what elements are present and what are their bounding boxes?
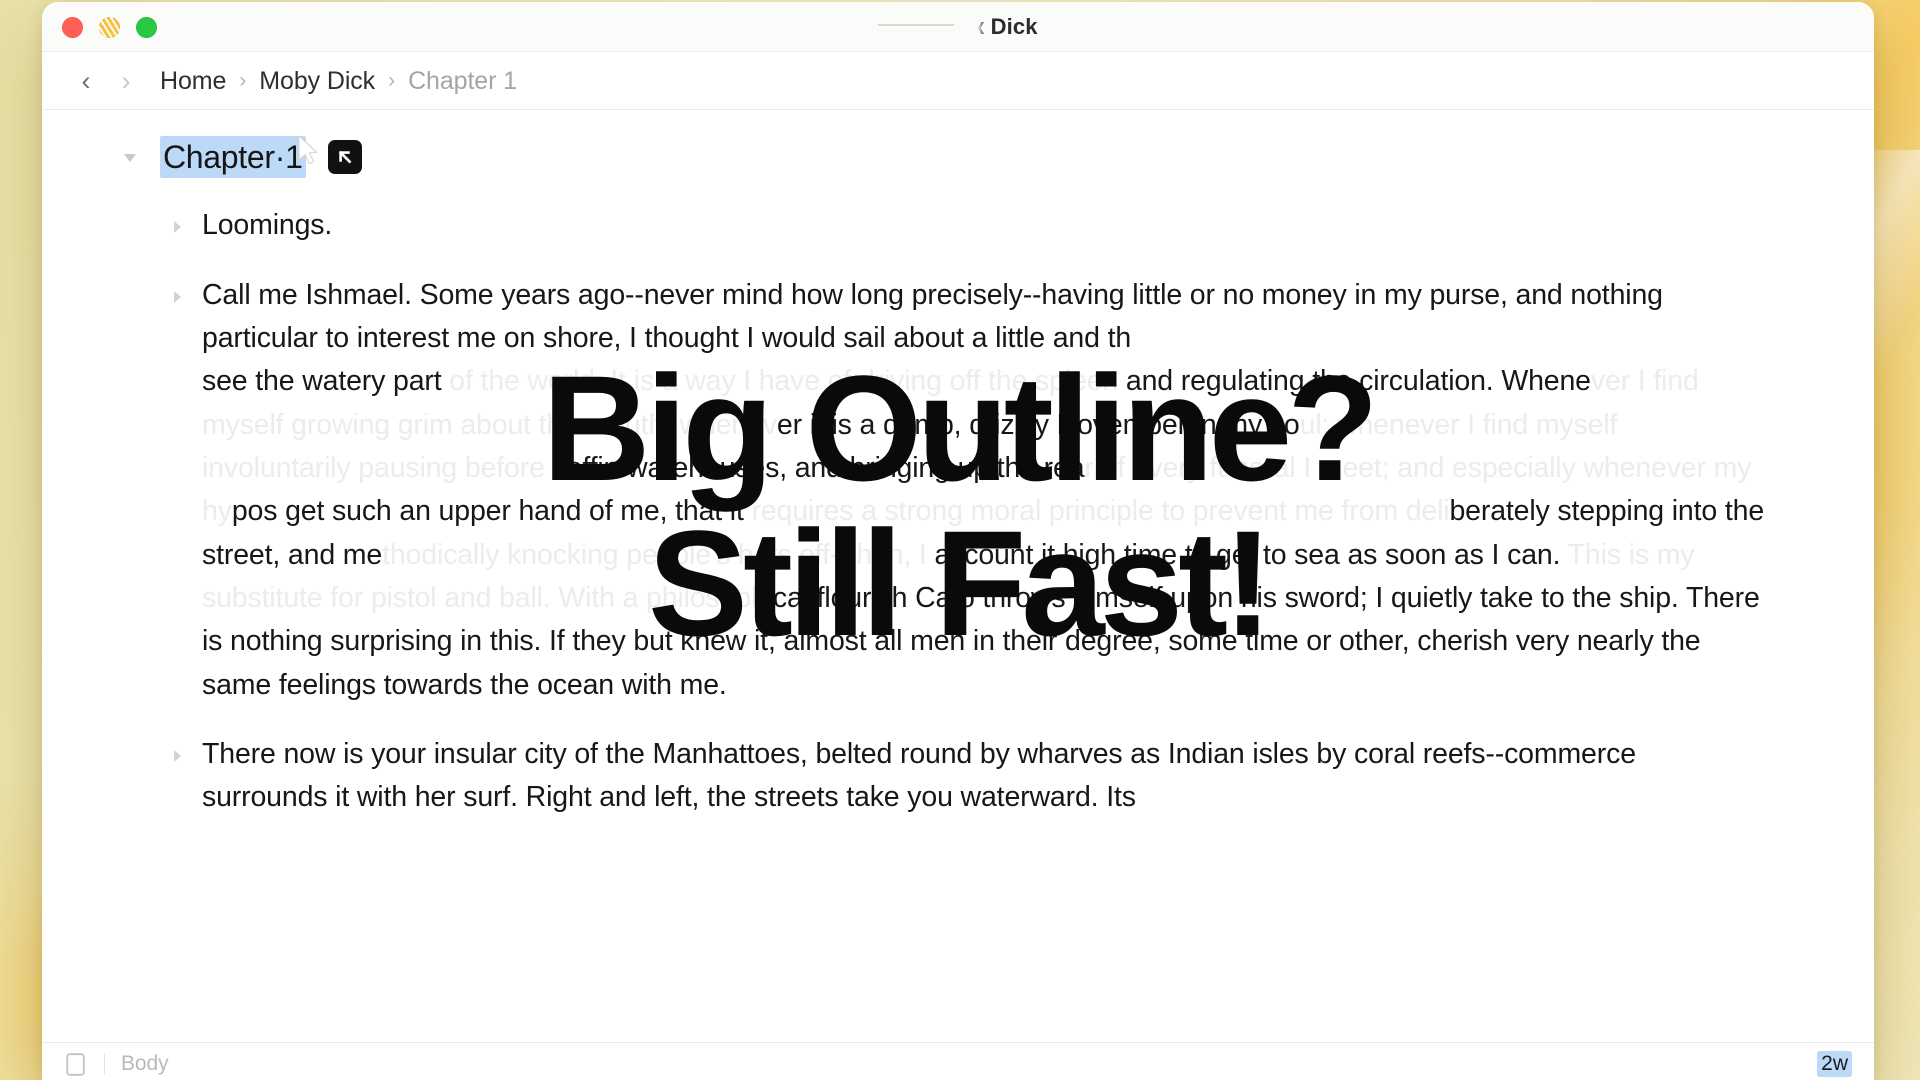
breadcrumb-separator-icon: › <box>239 69 247 92</box>
text-segment: There now is your insular city of the Ma… <box>202 737 1636 814</box>
nav-forward-button[interactable]: › <box>106 61 146 101</box>
window-title: ıҡ Dick <box>42 2 1874 52</box>
chevron-left-icon: ‹ <box>81 65 91 96</box>
text-segment: Loomings. <box>202 209 333 242</box>
disclosure-triangle-expanded[interactable] <box>108 147 152 167</box>
text-segment: pos get such an upper hand of me, that i… <box>231 495 744 528</box>
text-segment-ghost: requires a strong moral principle to pre… <box>743 495 1450 528</box>
breadcrumb: Home › Moby Dick › Chapter 1 <box>160 67 517 96</box>
heading-text[interactable]: Chapter·1 <box>160 136 306 179</box>
window-title-text: ıҡ Dick <box>964 14 1038 39</box>
outline-document: Chapter·1 Loomings. Call me Ishmael. Som… <box>42 110 1874 1042</box>
outline-heading-row[interactable]: Chapter·1 <box>42 136 1874 179</box>
breadcrumb-item-moby-dick[interactable]: Moby Dick <box>259 67 375 96</box>
status-divider <box>104 1053 105 1075</box>
status-bar: Body 2w <box>42 1042 1874 1080</box>
text-segment: th <box>1107 322 1132 355</box>
nav-back-button[interactable]: ‹ <box>66 61 106 101</box>
outline-row[interactable]: Loomings. <box>152 204 1778 247</box>
outline-rows: Loomings. Call me Ishmael. Some years ag… <box>42 204 1874 819</box>
title-redraw-artifact <box>878 24 955 26</box>
document-outline-icon[interactable] <box>62 1051 88 1077</box>
outline-row[interactable]: There now is your insular city of the Ma… <box>152 733 1778 820</box>
arrow-up-left-icon[interactable] <box>327 140 362 175</box>
paragraph-style-label[interactable]: Body <box>121 1052 169 1076</box>
text-segment: er it is a damp, drizzly November in my … <box>776 408 1300 441</box>
text-segment-ghost: of the world. It is a way I have of driv… <box>441 365 1126 398</box>
chevron-right-icon: › <box>121 65 131 96</box>
outline-row-text[interactable]: Loomings. <box>202 204 1778 247</box>
outline-row-text[interactable]: There now is your insular city of the Ma… <box>202 733 1778 820</box>
word-count-chip[interactable]: 2w <box>1817 1051 1852 1077</box>
disclosure-triangle-collapsed[interactable] <box>152 733 202 765</box>
breadcrumb-separator-icon: › <box>388 69 396 92</box>
disclosure-triangle-collapsed[interactable] <box>152 274 202 306</box>
outline-row-text[interactable]: Call me Ishmael. Some years ago--never m… <box>202 274 1778 707</box>
text-segment-ghost: thodically knocking people's hats off--t… <box>382 538 935 571</box>
disclosure-triangle-collapsed[interactable] <box>152 204 202 236</box>
breadcrumb-item-home[interactable]: Home <box>160 67 226 96</box>
text-segment: account it high time to get to sea as so… <box>934 538 1561 571</box>
text-segment: and regulating the circulation. Whene <box>1125 365 1591 398</box>
app-window: ıҡ Dick ‹ › Home › Moby Dick › Chapter 1 <box>42 2 1874 1080</box>
outline-row[interactable]: Call me Ishmael. Some years ago--never m… <box>152 274 1778 707</box>
breadcrumb-item-chapter-1[interactable]: Chapter 1 <box>408 67 517 96</box>
breadcrumb-bar: ‹ › Home › Moby Dick › Chapter 1 <box>42 52 1874 110</box>
text-segment: see the watery part <box>202 365 442 398</box>
window-titlebar: ıҡ Dick <box>42 2 1874 52</box>
text-segment: offin warehouses, and bringing up the re… <box>566 451 1085 484</box>
text-segment: Call me Ishmael. Some years ago--never m… <box>202 278 1663 355</box>
